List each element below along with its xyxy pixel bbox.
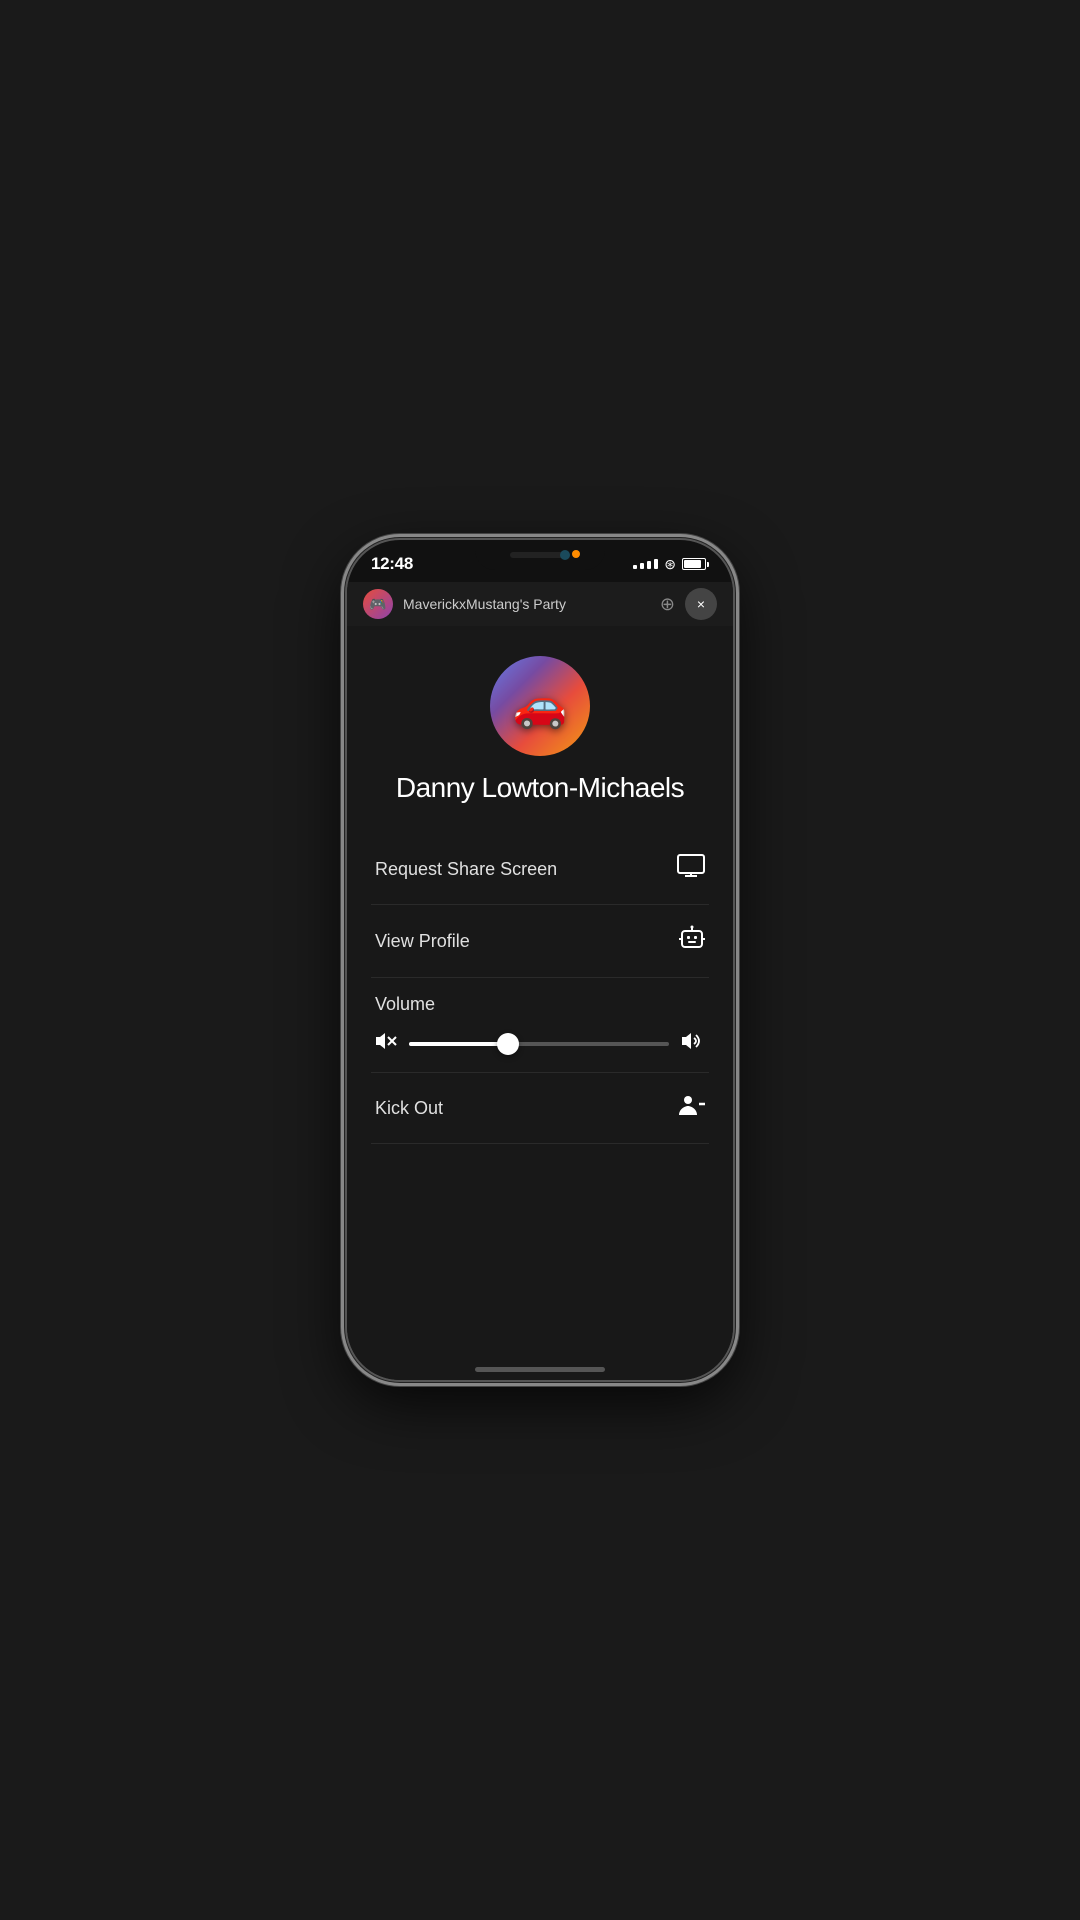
- request-share-screen-label: Request Share Screen: [375, 859, 557, 880]
- menu-list: Request Share Screen View Profile: [371, 834, 709, 1144]
- phone-frame: 12:48 ⊛ 🎮: [345, 538, 735, 1382]
- kick-out-label: Kick Out: [375, 1098, 443, 1119]
- kick-out-item[interactable]: Kick Out: [371, 1073, 709, 1144]
- slider-thumb: [497, 1033, 519, 1055]
- wifi-icon: ⊛: [664, 556, 676, 573]
- view-profile-item[interactable]: View Profile: [371, 905, 709, 978]
- volume-section: Volume: [371, 978, 709, 1073]
- volume-control: [371, 1031, 709, 1056]
- slider-fill: [409, 1042, 508, 1046]
- main-content: 🚗 Danny Lowton-Michaels Request Share Sc…: [347, 626, 733, 1380]
- close-button[interactable]: ×: [685, 588, 717, 620]
- user-avatar: 🚗: [490, 656, 590, 756]
- kick-out-icon: [677, 1093, 705, 1123]
- home-indicator: [475, 1367, 605, 1372]
- battery-fill: [684, 560, 701, 568]
- camera-dot: [560, 550, 570, 560]
- status-time: 12:48: [371, 554, 413, 574]
- top-bar: 🎮 MaverickxMustang's Party ⊕ ×: [347, 582, 733, 626]
- signal-dot-3: [647, 561, 651, 569]
- slider-track: [409, 1042, 669, 1046]
- orange-dot-indicator: [572, 550, 580, 558]
- mute-icon: [375, 1032, 397, 1055]
- status-icons: ⊛: [633, 556, 709, 573]
- signal-icon: [633, 559, 658, 569]
- screen: 12:48 ⊛ 🎮: [347, 540, 733, 1380]
- view-profile-icon: [679, 925, 705, 957]
- share-screen-icon: [677, 854, 705, 884]
- volume-slider-container[interactable]: [409, 1042, 669, 1046]
- top-bar-actions: ⊕ ×: [660, 588, 717, 620]
- add-icon[interactable]: ⊕: [660, 594, 675, 615]
- signal-dot-2: [640, 563, 644, 569]
- battery-icon: [682, 558, 709, 570]
- battery-tip: [707, 562, 709, 567]
- signal-dot-4: [654, 559, 658, 569]
- request-share-screen-item[interactable]: Request Share Screen: [371, 834, 709, 905]
- avatar-emoji: 🚗: [513, 684, 568, 728]
- view-profile-label: View Profile: [375, 931, 470, 952]
- party-avatar: 🎮: [363, 589, 393, 619]
- party-name: MaverickxMustang's Party: [403, 596, 660, 612]
- signal-dot-1: [633, 565, 637, 569]
- notch: [475, 540, 605, 570]
- volume-label: Volume: [371, 994, 709, 1015]
- loud-icon: [681, 1031, 705, 1056]
- battery-body: [682, 558, 706, 570]
- user-name: Danny Lowton-Michaels: [396, 772, 684, 804]
